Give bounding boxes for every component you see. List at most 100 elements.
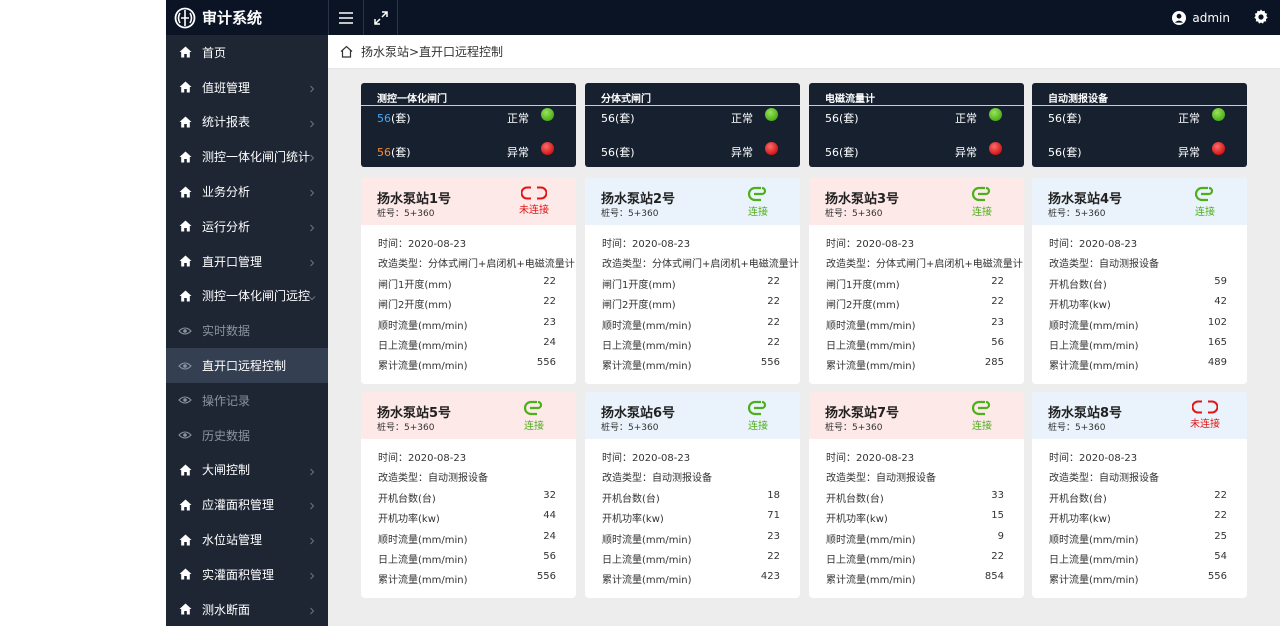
- summary-card: 自动测报设备 56(套) 正常 56(套) 异常: [1032, 83, 1247, 167]
- status-label: 正常: [731, 112, 753, 125]
- connection-status[interactable]: 连接: [728, 186, 788, 218]
- connection-status[interactable]: 连接: [728, 400, 788, 432]
- sidebar-item[interactable]: 实时数据: [166, 313, 328, 348]
- chevron-down-icon: [308, 291, 316, 300]
- station-pile-number: 桩号：5+360: [825, 209, 883, 219]
- station-name: 扬水泵站4号: [1048, 192, 1123, 207]
- detail-row: 日上流量(mm/min) 165: [1032, 335, 1247, 355]
- station-card[interactable]: 扬水泵站7号 桩号：5+360 连接 时间：2020-08-23 改造类型：自动测报设备…: [809, 392, 1024, 598]
- detail-label: 开机功率(kw): [1049, 514, 1111, 526]
- sidebar-item[interactable]: 测控一体化闸门统计: [166, 139, 328, 174]
- sidebar-item[interactable]: 实灌面积管理: [166, 557, 328, 592]
- count-unit: (套): [391, 112, 411, 125]
- count-unit: (套): [1062, 112, 1082, 125]
- status-label: 异常: [731, 146, 753, 159]
- home-icon: [178, 533, 192, 547]
- sidebar-item[interactable]: 首页: [166, 35, 328, 70]
- sidebar-item[interactable]: 业务分析: [166, 174, 328, 209]
- detail-value: 44: [543, 510, 556, 522]
- detail-row: 日上流量(mm/min) 56: [361, 549, 576, 569]
- detail-value: 23: [991, 316, 1004, 328]
- chevron-right-icon: [308, 499, 316, 510]
- connection-status[interactable]: 连接: [952, 400, 1012, 432]
- sidebar-item[interactable]: 历史数据: [166, 418, 328, 453]
- detail-row: 时间：2020-08-23: [585, 447, 800, 467]
- home-outline-icon[interactable]: [340, 45, 353, 58]
- detail-label: 改造类型：分体式闸门+启闭机+电磁流量计: [378, 259, 575, 271]
- detail-row: 改造类型：分体式闸门+启闭机+电磁流量计: [361, 253, 576, 273]
- connection-status[interactable]: 连接: [952, 186, 1012, 218]
- station-card[interactable]: 扬水泵站1号 桩号：5+360 未连接 时间：2020-08-23 改造类型：分体式闸门…: [361, 178, 576, 384]
- sidebar-item[interactable]: 水位站管理: [166, 522, 328, 557]
- connection-label: 连接: [972, 421, 992, 432]
- top-bar: 审计系统 admin: [166, 0, 1280, 35]
- connection-status[interactable]: 未连接: [504, 186, 564, 216]
- detail-row: 改造类型：自动测报设备: [1032, 253, 1247, 273]
- detail-label: 时间：2020-08-23: [378, 453, 467, 464]
- user-menu[interactable]: admin: [1172, 0, 1230, 35]
- detail-label: 时间：2020-08-23: [826, 239, 915, 250]
- sidebar-item[interactable]: 应灌面积管理: [166, 487, 328, 522]
- sidebar-item-label: 直开口管理: [202, 254, 263, 269]
- detail-row: 闸门1开度(mm) 22: [809, 274, 1024, 294]
- connection-status[interactable]: 连接: [504, 400, 564, 432]
- sidebar-item[interactable]: 测控一体化闸门远控: [166, 279, 328, 314]
- sidebar-item[interactable]: 操作记录: [166, 383, 328, 418]
- link-icon: [952, 400, 1012, 416]
- station-card[interactable]: 扬水泵站2号 桩号：5+360 连接 时间：2020-08-23 改造类型：分体式闸门+…: [585, 178, 800, 384]
- station-pile-number: 桩号：5+360: [825, 423, 883, 433]
- station-card[interactable]: 扬水泵站5号 桩号：5+360 连接 时间：2020-08-23 改造类型：自动测报设备…: [361, 392, 576, 598]
- fullscreen-button[interactable]: [364, 0, 398, 35]
- sidebar-item[interactable]: 统计报表: [166, 105, 328, 140]
- sidebar-item[interactable]: 测水断面: [166, 592, 328, 626]
- sidebar-item[interactable]: 值班管理: [166, 70, 328, 105]
- station-card[interactable]: 扬水泵站8号 桩号：5+360 未连接 时间：2020-08-23 改造类型：自动测报设…: [1032, 392, 1247, 598]
- connection-label: 连接: [972, 207, 992, 218]
- station-card[interactable]: 扬水泵站6号 桩号：5+360 连接 时间：2020-08-23 改造类型：自动测报设备…: [585, 392, 800, 598]
- station-card[interactable]: 扬水泵站4号 桩号：5+360 连接时间：2020-08-23 改造类型：自动测报设备…: [1032, 178, 1247, 384]
- detail-label: 顺时流量(mm/min): [826, 534, 916, 546]
- station-card-header: 扬水泵站4号 桩号：5+360 连接: [1032, 178, 1247, 225]
- status-error-indicator: [1212, 142, 1225, 155]
- station-card[interactable]: 扬水泵站3号 桩号：5+360 连接 时间：2020-08-23 改造类型：分体式闸门+…: [809, 178, 1024, 384]
- connection-status[interactable]: 未连接: [1175, 400, 1235, 430]
- detail-row: 顺时流量(mm/min) 24: [361, 529, 576, 549]
- link-icon: [504, 400, 564, 416]
- status-label: 正常: [1178, 112, 1200, 125]
- detail-row: 累计流量(mm/min) 556: [585, 355, 800, 375]
- logo-icon: [174, 7, 196, 28]
- detail-value: 22: [1214, 510, 1227, 522]
- station-card-header: 扬水泵站3号 桩号：5+360 连接: [809, 178, 1024, 225]
- detail-row: 闸门2开度(mm) 22: [361, 294, 576, 314]
- detail-row: 累计流量(mm/min) 556: [1032, 569, 1247, 589]
- detail-label: 累计流量(mm/min): [826, 575, 916, 587]
- detail-label: 顺时流量(mm/min): [378, 534, 468, 546]
- detail-row: 顺时流量(mm/min) 23: [361, 315, 576, 335]
- menu-toggle-button[interactable]: [329, 0, 363, 35]
- detail-value: 556: [760, 357, 780, 369]
- detail-label: 开机台数(台): [826, 493, 884, 505]
- detail-row: 日上流量(mm/min) 54: [1032, 549, 1247, 569]
- status-label: 异常: [1178, 146, 1200, 159]
- sidebar-item-label: 应灌面积管理: [202, 498, 275, 513]
- sidebar-item[interactable]: 直开口管理: [166, 244, 328, 279]
- gear-icon[interactable]: [1252, 8, 1270, 26]
- detail-row: 开机功率(kw) 71: [585, 508, 800, 528]
- detail-value: 54: [1214, 550, 1227, 562]
- sidebar-item[interactable]: 大闸控制: [166, 453, 328, 488]
- sidebar-item-label: 直开口远程控制: [202, 359, 287, 374]
- sidebar-item[interactable]: 运行分析: [166, 209, 328, 244]
- detail-label: 日上流量(mm/min): [602, 554, 692, 566]
- station-details: 时间：2020-08-23 改造类型：自动测报设备 开机台数(台) 32 开机功率(kw…: [361, 447, 576, 590]
- detail-value: 102: [1207, 316, 1227, 328]
- detail-label: 闸门1开度(mm): [602, 279, 676, 291]
- count-value: 56: [601, 112, 615, 125]
- detail-label: 日上流量(mm/min): [1049, 554, 1139, 566]
- detail-row: 开机功率(kw) 22: [1032, 508, 1247, 528]
- detail-value: 22: [991, 296, 1004, 308]
- detail-label: 改造类型：自动测报设备: [826, 473, 936, 485]
- brand[interactable]: 审计系统: [166, 0, 328, 35]
- station-details: 时间：2020-08-23 改造类型：自动测报设备 开机台数(台) 59 开机功率(kw…: [1032, 233, 1247, 376]
- connection-status[interactable]: 连接: [1175, 186, 1235, 218]
- sidebar-item[interactable]: 直开口远程控制: [166, 348, 328, 383]
